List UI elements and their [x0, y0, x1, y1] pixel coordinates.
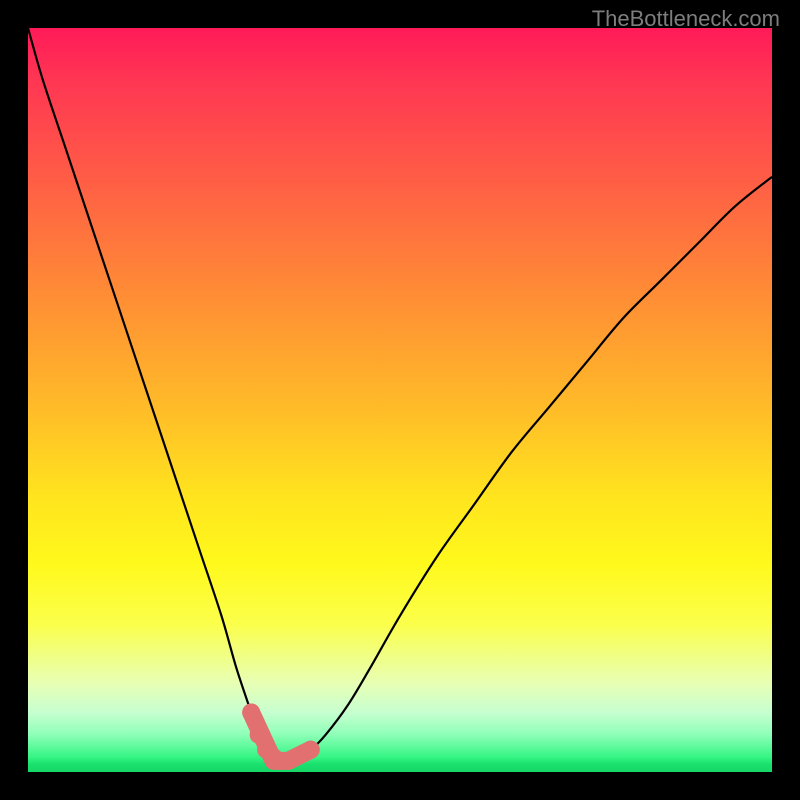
chart-area: [28, 28, 772, 772]
optimal-dot: [242, 703, 260, 721]
optimal-dot: [302, 741, 320, 759]
bottleneck-curve: [28, 28, 772, 761]
optimal-region-dots: [242, 703, 320, 769]
bottleneck-curve-plot: [28, 28, 772, 772]
